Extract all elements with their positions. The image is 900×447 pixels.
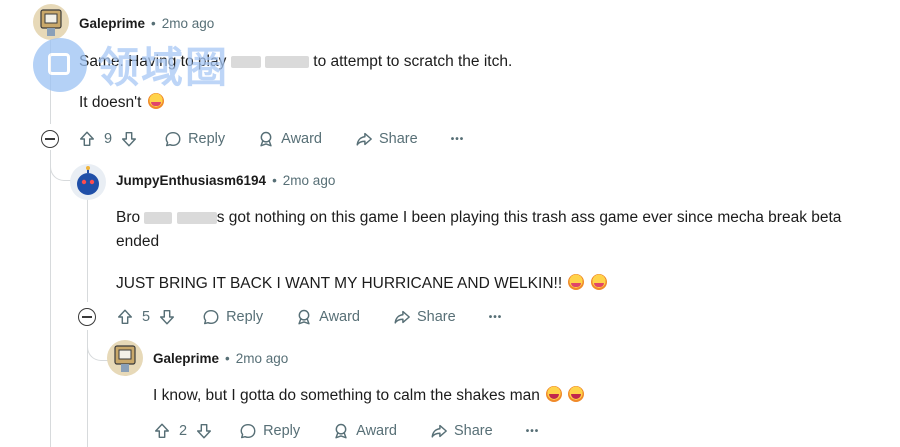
redacted-text [230, 55, 261, 68]
vote-count: 9 [104, 131, 113, 147]
upvote-arrow-icon [78, 130, 96, 148]
crying-emoji-icon [590, 274, 607, 290]
author-name[interactable]: Galeprime [153, 351, 219, 366]
comment-meta: Galeprime • 2mo ago [153, 351, 288, 366]
award-ribbon-icon [332, 422, 350, 440]
comment-meta: Galeprime • 2mo ago [79, 16, 214, 31]
comment-actions: 2 Reply Award Share ••• [153, 422, 539, 440]
comment-actions: 9 Reply Award Share ••• [78, 130, 464, 148]
downvote-arrow-icon [195, 422, 213, 440]
author-name[interactable]: JumpyEnthusiasm6194 [116, 173, 266, 188]
share-button[interactable]: Share [355, 130, 418, 148]
share-arrow-icon [355, 130, 373, 148]
watermark-logo-icon [33, 37, 87, 92]
robot-avatar-icon [114, 345, 136, 372]
watermark-text: 领域圈 [97, 43, 230, 92]
laughing-emoji-icon [546, 386, 563, 402]
thread-line-root-lower [50, 150, 51, 447]
thread-curve-reply-1 [50, 150, 73, 181]
redacted-text [144, 211, 173, 224]
meta-separator: • [272, 173, 277, 188]
laughing-emoji-icon [568, 386, 585, 402]
collapse-button[interactable] [78, 308, 96, 326]
meta-separator: • [225, 351, 230, 366]
downvote-button[interactable] [120, 130, 138, 148]
crying-emoji-icon [147, 93, 164, 109]
author-name[interactable]: Galeprime [79, 16, 145, 31]
more-options-button[interactable]: ••• [489, 312, 503, 323]
reply-button[interactable]: Reply [202, 308, 263, 326]
speech-bubble-icon [202, 308, 220, 326]
reply-button[interactable]: Reply [164, 130, 225, 148]
collapse-button[interactable] [41, 130, 59, 148]
speech-bubble-icon [164, 130, 182, 148]
comment-body: Bro s got nothing on this game I been pl… [116, 206, 886, 296]
award-ribbon-icon [257, 130, 275, 148]
robot-avatar-icon [77, 166, 99, 195]
share-arrow-icon [430, 422, 448, 440]
award-button[interactable]: Award [332, 422, 397, 440]
speech-bubble-icon [239, 422, 257, 440]
avatar[interactable] [107, 340, 143, 376]
downvote-arrow-icon [120, 130, 138, 148]
upvote-button[interactable] [78, 130, 96, 148]
award-ribbon-icon [295, 308, 313, 326]
share-arrow-icon [393, 308, 411, 326]
vote-count: 5 [142, 309, 151, 325]
downvote-button[interactable] [158, 308, 176, 326]
redacted-text [264, 55, 309, 68]
award-button[interactable]: Award [257, 130, 322, 148]
watermark: 领域圈 [33, 34, 229, 95]
comment-body: I know, but I gotta do something to calm… [153, 384, 853, 408]
comment-actions: 5 Reply Award Share ••• [116, 308, 502, 326]
upvote-button[interactable] [116, 308, 134, 326]
upvote-arrow-icon [153, 422, 171, 440]
comment-line: Bro s got nothing on this game I been pl… [116, 209, 842, 226]
downvote-arrow-icon [158, 308, 176, 326]
crying-emoji-icon [568, 274, 585, 290]
redacted-text [176, 211, 217, 224]
timestamp[interactable]: 2mo ago [283, 173, 336, 188]
comment-line: ended [116, 233, 160, 250]
award-button[interactable]: Award [295, 308, 360, 326]
more-options-button[interactable]: ••• [451, 134, 465, 145]
downvote-button[interactable] [195, 422, 213, 440]
more-options-button[interactable]: ••• [526, 426, 540, 437]
upvote-button[interactable] [153, 422, 171, 440]
upvote-arrow-icon [116, 308, 134, 326]
meta-separator: • [151, 16, 156, 31]
comment-line: JUST BRING IT BACK I WANT MY HURRICANE A… [116, 272, 886, 296]
avatar[interactable] [70, 164, 106, 200]
comment-meta: JumpyEnthusiasm6194 • 2mo ago [116, 173, 335, 188]
timestamp[interactable]: 2mo ago [162, 16, 215, 31]
share-button[interactable]: Share [430, 422, 493, 440]
timestamp[interactable]: 2mo ago [236, 351, 289, 366]
vote-count: 2 [179, 423, 188, 439]
thread-line-reply-1 [87, 196, 88, 302]
reply-button[interactable]: Reply [239, 422, 300, 440]
share-button[interactable]: Share [393, 308, 456, 326]
